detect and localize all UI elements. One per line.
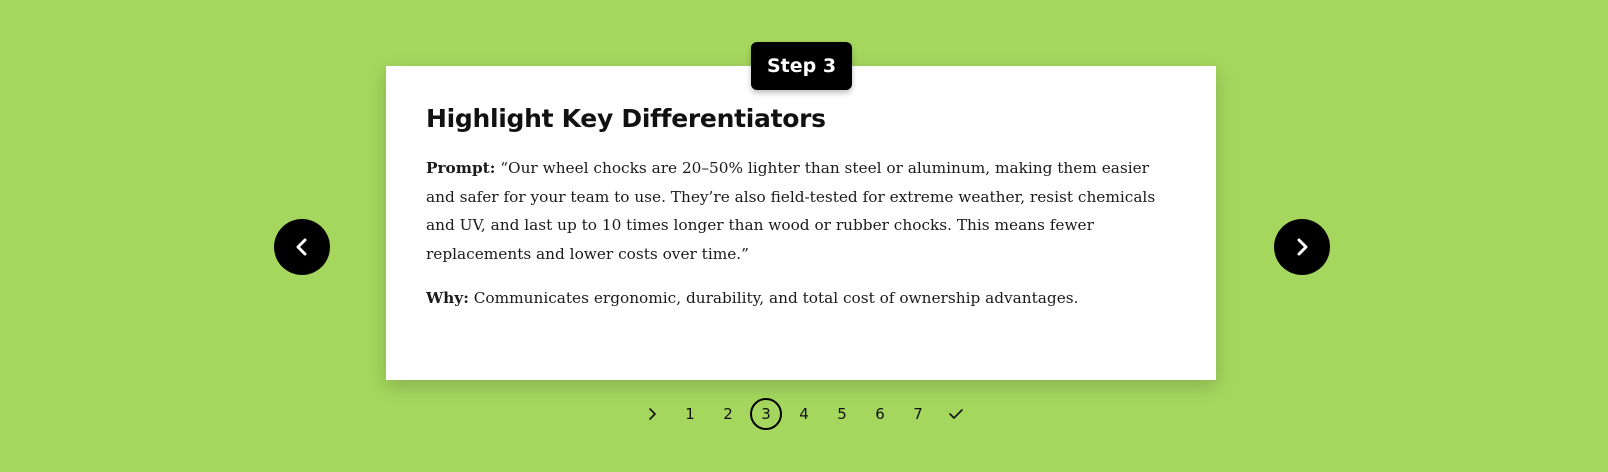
prompt-text: “Our wheel chocks are 20–50% lighter tha… (426, 159, 1156, 263)
step-badge: Step 3 (751, 42, 852, 90)
pager-page-2[interactable]: 2 (712, 398, 744, 430)
pager-page-5[interactable]: 5 (826, 398, 858, 430)
card-title: Highlight Key Differentiators (426, 104, 826, 133)
pager-page-7[interactable]: 7 (902, 398, 934, 430)
prompt-label: Prompt: (426, 159, 496, 177)
chevron-right-icon (649, 408, 656, 420)
pager-complete-button[interactable] (940, 398, 972, 430)
pager-start-button[interactable] (636, 398, 668, 430)
previous-step-button[interactable] (274, 219, 330, 275)
why-label: Why: (426, 289, 469, 307)
pager-page-6[interactable]: 6 (864, 398, 896, 430)
chevron-right-icon (1297, 238, 1308, 256)
pager-page-1[interactable]: 1 (674, 398, 706, 430)
why-paragraph: Why: Communicates ergonomic, durability,… (426, 284, 1176, 313)
step-pagination: 1234567 (0, 398, 1608, 430)
next-step-button[interactable] (1274, 219, 1330, 275)
chevron-left-icon (296, 238, 307, 256)
step-card: Highlight Key Differentiators Prompt: “O… (386, 66, 1216, 380)
why-text: Communicates ergonomic, durability, and … (468, 289, 1079, 307)
pager-page-4[interactable]: 4 (788, 398, 820, 430)
pager-page-3[interactable]: 3 (750, 398, 782, 430)
checkmark-icon (949, 409, 963, 419)
prompt-paragraph: Prompt: “Our wheel chocks are 20–50% lig… (426, 154, 1176, 268)
